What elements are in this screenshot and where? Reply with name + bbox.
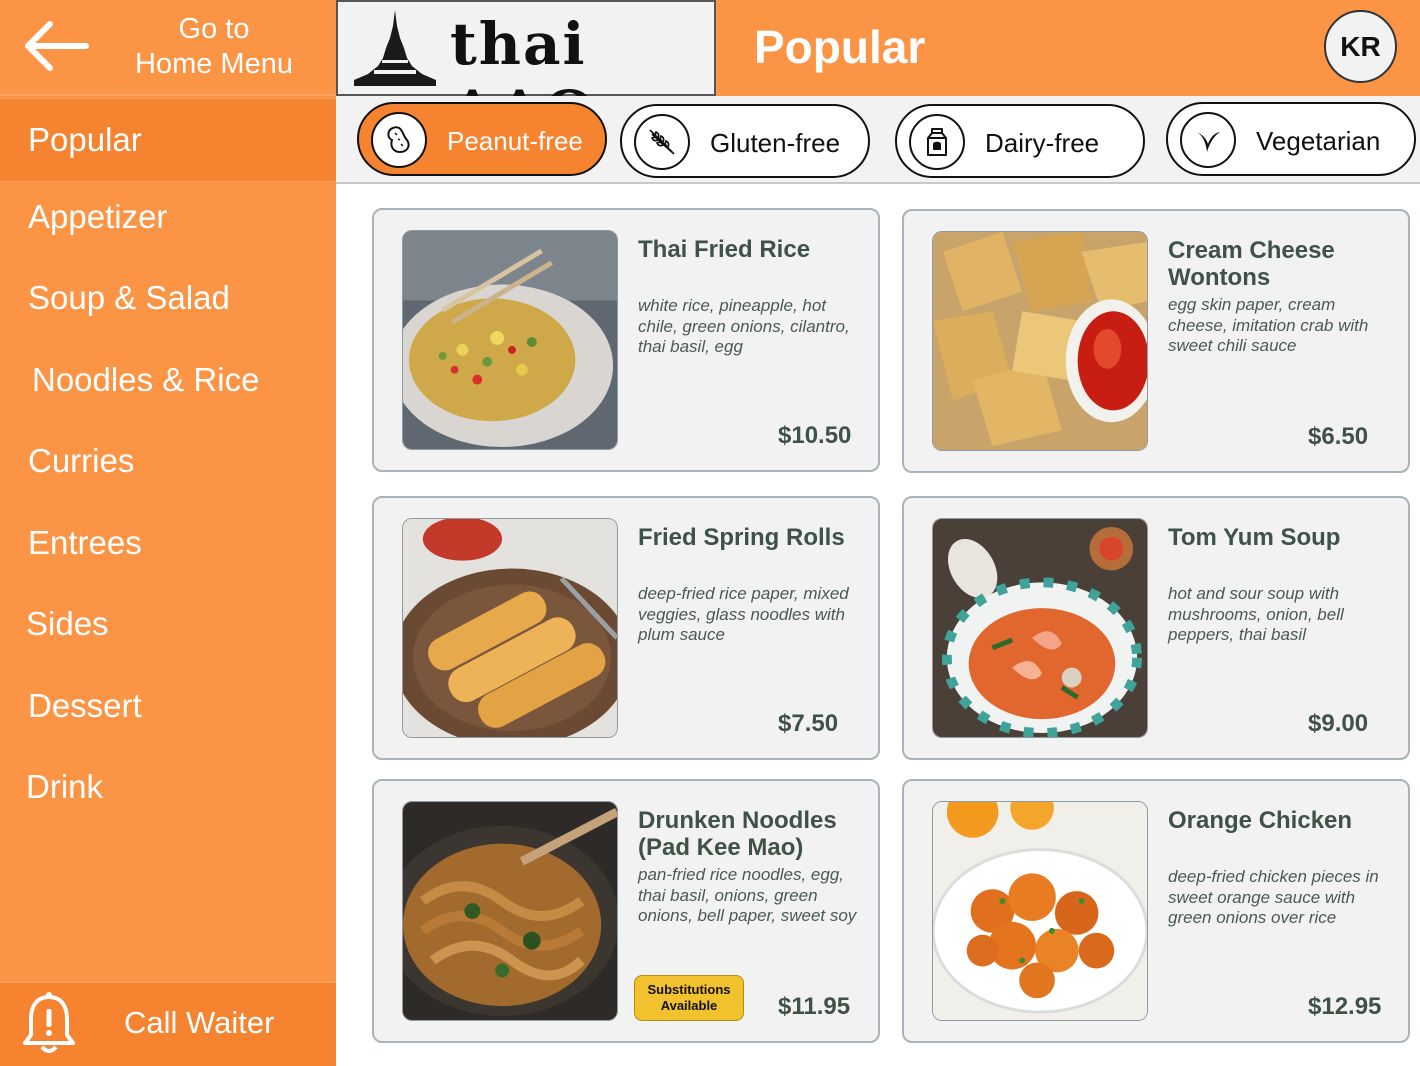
menu-card-orange-chicken[interactable]: Orange Chicken deep-fried chicken pieces… <box>902 779 1410 1043</box>
dish-price: $7.50 <box>778 710 839 737</box>
dish-price: $9.00 <box>1308 710 1369 737</box>
filter-label: Vegetarian <box>1256 126 1381 156</box>
top-header: thai ɅɅO Popular KR <box>336 0 1420 146</box>
sidebar-item-entrees[interactable]: Entrees <box>0 502 336 584</box>
dish-photo <box>932 518 1148 738</box>
substitutions-badge: Substitutions Available <box>634 975 744 1021</box>
menu-card-thai-fried-rice[interactable]: Thai Fried Rice white rice, pineapple, h… <box>372 208 880 472</box>
filter-label: Gluten-free <box>710 128 841 158</box>
peanut-icon <box>371 112 427 168</box>
back-to-home-button[interactable]: Go to Home Menu <box>0 0 336 96</box>
filter-label: Dairy-free <box>985 128 1100 158</box>
milk-carton-icon <box>909 114 965 170</box>
dish-description: deep-fried chicken pieces in sweet orang… <box>1168 867 1379 927</box>
page-title: Popular <box>754 21 926 73</box>
sidebar-item-sides[interactable]: Sides <box>0 583 336 665</box>
dish-description: pan-fried rice noodles, egg, thai basil,… <box>638 865 857 925</box>
leaf-icon <box>1180 112 1236 168</box>
dish-price: $10.50 <box>778 422 852 449</box>
dish-name: Cream Cheese Wontons <box>1168 237 1335 291</box>
filter-peanut-free[interactable]: Peanut-free <box>357 102 607 176</box>
restaurant-logo: thai ɅɅO <box>336 0 716 146</box>
back-arrow-icon <box>25 21 89 71</box>
dish-photo <box>932 801 1148 1021</box>
menu-card-cream-cheese-wontons[interactable]: Cream Cheese Wontons egg skin paper, cre… <box>902 209 1410 473</box>
sidebar-item-noodles-rice[interactable]: Noodles & Rice <box>0 339 336 421</box>
dietary-filter-bar: Peanut-free Gluten-free Dairy-free Veget… <box>336 96 1420 184</box>
bell-alert-icon <box>23 992 75 1053</box>
dish-description: egg skin paper, cream cheese, imitation … <box>1168 295 1369 355</box>
filter-label: Peanut-free <box>447 126 583 156</box>
dish-price: $12.95 <box>1308 993 1382 1020</box>
dish-description: hot and sour soup with mushrooms, onion,… <box>1168 584 1344 644</box>
dish-price: $6.50 <box>1308 423 1369 450</box>
dish-photo <box>932 231 1148 451</box>
dish-photo <box>402 518 618 738</box>
temple-icon <box>354 10 436 86</box>
menu-card-drunken-noodles[interactable]: Drunken Noodles (Pad Kee Mao) pan-fried … <box>372 779 880 1043</box>
sidebar-item-appetizer[interactable]: Appetizer <box>0 176 336 258</box>
user-avatar[interactable]: KR <box>1324 10 1397 83</box>
dish-name: Fried Spring Rolls <box>638 524 845 551</box>
dish-name: Thai Fried Rice <box>638 236 811 263</box>
call-waiter-label: Call Waiter <box>124 1005 275 1040</box>
menu-grid: Thai Fried Rice white rice, pineapple, h… <box>338 184 1420 1066</box>
sidebar-item-popular[interactable]: Popular <box>0 98 336 182</box>
menu-card-fried-spring-rolls[interactable]: Fried Spring Rolls deep-fried rice paper… <box>372 496 880 760</box>
menu-card-tom-yum-soup[interactable]: Tom Yum Soup hot and sour soup with mush… <box>902 496 1410 760</box>
call-waiter-button[interactable]: Call Waiter <box>0 981 336 1066</box>
back-to-home-label: Go to Home Menu <box>135 13 293 80</box>
wheat-icon <box>634 114 690 170</box>
category-sidebar: Go to Home Menu Popular Appetizer Soup &… <box>0 0 336 1066</box>
dish-name: Tom Yum Soup <box>1168 524 1341 551</box>
sidebar-item-drink[interactable]: Drink <box>0 746 336 828</box>
sidebar-item-curries[interactable]: Curries <box>0 420 336 502</box>
sidebar-item-soup-salad[interactable]: Soup & Salad <box>0 257 336 339</box>
dish-name: Drunken Noodles (Pad Kee Mao) <box>638 807 837 861</box>
dish-photo <box>402 230 618 450</box>
dish-name: Orange Chicken <box>1168 807 1353 834</box>
dish-price: $11.95 <box>778 993 851 1020</box>
filter-dairy-free[interactable]: Dairy-free <box>895 104 1145 178</box>
dish-description: deep-fried rice paper, mixed veggies, gl… <box>638 584 849 644</box>
filter-gluten-free[interactable]: Gluten-free <box>620 104 870 178</box>
dish-description: white rice, pineapple, hot chile, green … <box>638 296 850 356</box>
dish-photo <box>402 801 618 1021</box>
sidebar-item-dessert[interactable]: Dessert <box>0 665 336 747</box>
filter-vegetarian[interactable]: Vegetarian <box>1166 102 1416 176</box>
